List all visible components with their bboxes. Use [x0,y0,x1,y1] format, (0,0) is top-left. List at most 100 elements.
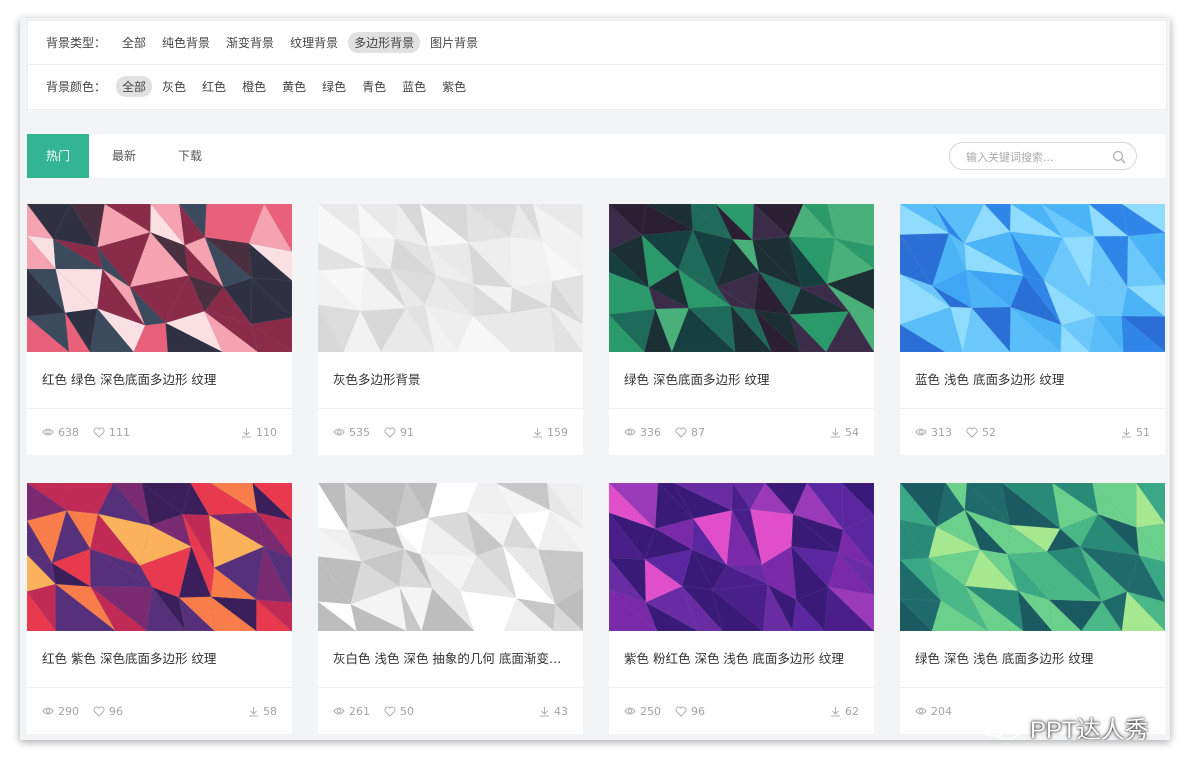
background-type-label: 背景类型： [46,36,107,50]
download-icon [831,706,840,716]
background-type-filter: 背景类型： 全部 纯色背景 渐变背景 纹理背景 多边形背景 图片背景 [28,21,1166,65]
card-title[interactable]: 灰白色 浅色 深色 抽象的几何 底面渐变多边形 [333,648,571,667]
like-count[interactable]: 50 [384,705,414,718]
card-divider [27,408,292,409]
watermark: PPT达人秀 [978,710,1149,740]
card-thumbnail[interactable] [609,483,874,631]
card-stats: 313 52 51 [915,424,1150,440]
background-color-label: 背景颜色： [46,80,107,94]
card-stats: 336 87 54 [624,424,859,440]
type-chip-image[interactable]: 图片背景 [424,32,484,53]
like-count[interactable]: 87 [675,426,705,439]
color-chip-all[interactable]: 全部 [116,76,153,97]
eye-icon [915,707,927,715]
color-chip-yellow[interactable]: 黄色 [276,76,312,97]
card-thumbnail[interactable] [27,204,292,352]
download-count[interactable]: 110 [241,426,277,439]
download-icon [533,427,542,437]
like-count[interactable]: 111 [93,426,130,439]
view-count: 313 [915,426,952,439]
eye-icon [624,428,636,436]
view-count: 535 [333,426,370,439]
search-icon[interactable] [1112,149,1126,168]
background-card[interactable]: 灰白色 浅色 深色 抽象的几何 底面渐变多边形 261 50 43 [318,483,583,734]
download-icon [540,706,549,716]
card-divider [318,687,583,688]
like-count[interactable]: 52 [966,426,996,439]
background-card[interactable]: 绿色 深色底面多边形 纹理 336 87 54 [609,204,874,455]
download-count[interactable]: 159 [532,426,568,439]
like-count[interactable]: 91 [384,426,414,439]
tab-hot[interactable]: 热门 [27,134,89,178]
background-color-filter: 背景颜色： 全部 灰色 红色 橙色 黄色 绿色 青色 蓝色 紫色 [28,65,1166,108]
download-icon [1122,427,1131,437]
heart-icon [93,706,105,717]
view-count: 261 [333,705,370,718]
card-stats: 261 50 43 [333,703,568,719]
type-chip-polygon[interactable]: 多边形背景 [348,32,421,53]
sort-tab-bar: 热门 最新 下载 [27,134,1165,178]
color-chip-purple[interactable]: 紫色 [436,76,472,97]
card-stats: 290 96 58 [42,703,277,719]
heart-icon [675,706,687,717]
eye-icon [915,428,927,436]
card-title[interactable]: 绿色 深色底面多边形 纹理 [624,369,862,388]
heart-icon [384,427,396,438]
download-count[interactable]: 51 [1121,426,1150,439]
card-divider [609,408,874,409]
card-title[interactable]: 红色 绿色 深色底面多边形 纹理 [42,369,280,388]
view-count: 290 [42,705,79,718]
card-thumbnail[interactable] [900,204,1165,352]
card-stats: 535 91 159 [333,424,568,440]
card-title[interactable]: 灰色多边形背景 [333,369,571,388]
card-thumbnail[interactable] [900,483,1165,631]
type-chip-texture[interactable]: 纹理背景 [284,32,344,53]
search-box [949,142,1137,170]
color-chip-green[interactable]: 绿色 [316,76,352,97]
background-card[interactable]: 红色 紫色 深色底面多边形 纹理 290 96 58 [27,483,292,734]
card-title[interactable]: 蓝色 浅色 底面多边形 纹理 [915,369,1153,388]
color-chip-blue[interactable]: 蓝色 [396,76,432,97]
card-title[interactable]: 紫色 粉红色 深色 浅色 底面多边形 纹理 [624,648,862,667]
filter-panel: 背景类型： 全部 纯色背景 渐变背景 纹理背景 多边形背景 图片背景 背景颜色：… [27,20,1167,110]
card-divider [900,687,1165,688]
view-count: 204 [915,705,952,718]
background-card[interactable]: 紫色 粉红色 深色 浅色 底面多边形 纹理 250 96 62 [609,483,874,734]
color-chip-cyan[interactable]: 青色 [356,76,392,97]
download-count[interactable]: 58 [248,705,277,718]
card-thumbnail[interactable] [27,483,292,631]
like-count[interactable]: 96 [675,705,705,718]
card-thumbnail[interactable] [318,204,583,352]
card-divider [318,408,583,409]
tab-latest[interactable]: 最新 [99,134,149,178]
download-count[interactable]: 62 [830,705,859,718]
card-stats: 638 111 110 [42,424,277,440]
download-count[interactable]: 54 [830,426,859,439]
eye-icon [42,707,54,715]
background-card[interactable]: 红色 绿色 深色底面多边形 纹理 638 111 110 [27,204,292,455]
card-divider [900,408,1165,409]
card-thumbnail[interactable] [609,204,874,352]
view-count: 336 [624,426,661,439]
type-chip-gradient[interactable]: 渐变背景 [220,32,280,53]
like-count[interactable]: 96 [93,705,123,718]
color-chip-gray[interactable]: 灰色 [156,76,192,97]
type-chip-solid[interactable]: 纯色背景 [156,32,216,53]
tab-download[interactable]: 下载 [165,134,215,178]
heart-icon [93,427,105,438]
type-chip-all[interactable]: 全部 [116,32,152,53]
background-card[interactable]: 灰色多边形背景 535 91 159 [318,204,583,455]
card-title[interactable]: 红色 紫色 深色底面多边形 纹理 [42,648,280,667]
card-thumbnail[interactable] [318,483,583,631]
heart-icon [675,427,687,438]
color-chip-red[interactable]: 红色 [196,76,232,97]
card-divider [27,687,292,688]
heart-icon [966,427,978,438]
background-card[interactable]: 蓝色 浅色 底面多边形 纹理 313 52 51 [900,204,1165,455]
card-title[interactable]: 绿色 深色 浅色 底面多边形 纹理 [915,648,1153,667]
card-divider [609,687,874,688]
download-count[interactable]: 43 [539,705,568,718]
background-card[interactable]: 绿色 深色 浅色 底面多边形 纹理 204 [900,483,1165,734]
search-input[interactable] [964,147,1108,167]
color-chip-orange[interactable]: 橙色 [236,76,272,97]
